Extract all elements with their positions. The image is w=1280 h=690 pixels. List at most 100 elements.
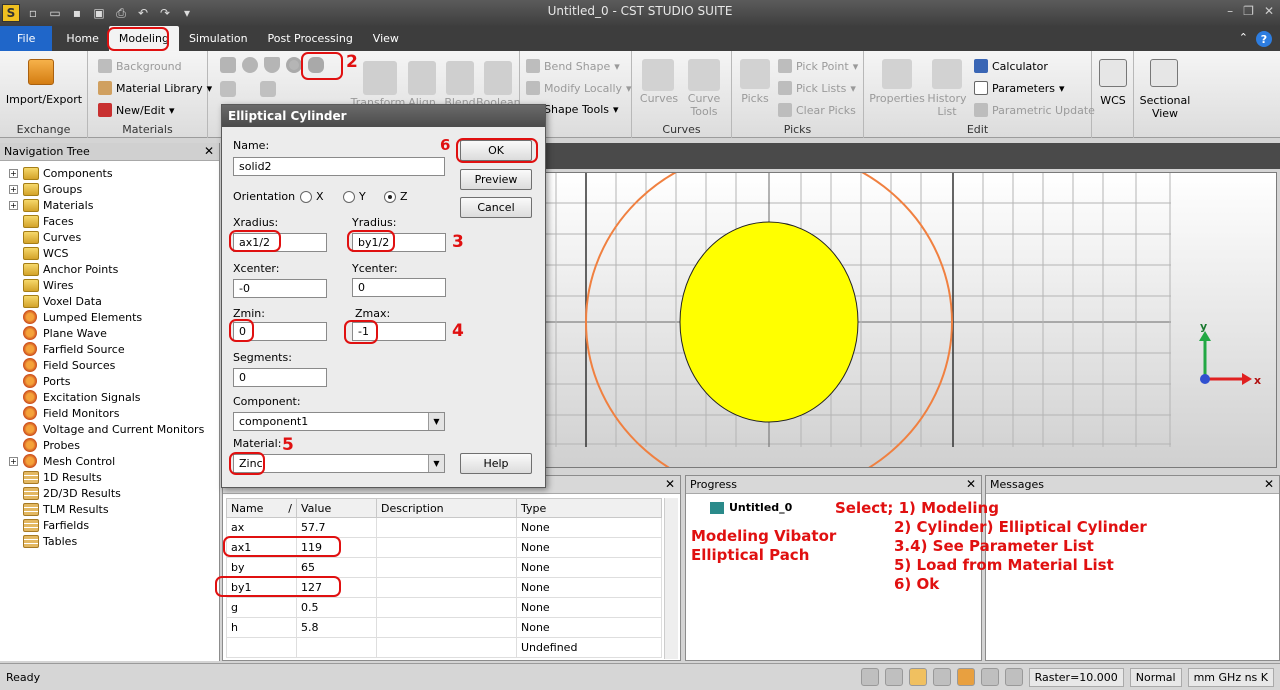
chevron-down-icon[interactable]: ▼ <box>428 455 444 472</box>
menu-simulation[interactable]: Simulation <box>179 26 258 51</box>
tree-item-field-monitors[interactable]: Field Monitors <box>9 405 119 421</box>
tree-item-voltage-and-current-monitors[interactable]: Voltage and Current Monitors <box>9 421 204 437</box>
cell-value[interactable]: 65 <box>296 557 377 578</box>
torus-icon[interactable] <box>286 57 302 73</box>
cancel-button[interactable]: Cancel <box>460 197 532 218</box>
shape-tools-button[interactable]: Shape Tools ▾ <box>544 103 619 116</box>
wcs-button[interactable]: WCS <box>1092 94 1134 107</box>
cell-description[interactable] <box>376 537 517 558</box>
tree-item-materials[interactable]: + Materials <box>9 197 93 213</box>
material-library-button[interactable]: Material Library ▾ <box>98 81 212 95</box>
table-row[interactable]: g 0.5 None <box>226 597 662 618</box>
menu-modeling[interactable]: Modeling <box>108 26 179 51</box>
brick-icon[interactable] <box>220 57 236 73</box>
tree-item-lumped-elements[interactable]: Lumped Elements <box>9 309 142 325</box>
column-type[interactable]: Type <box>516 498 662 518</box>
cell-type[interactable]: None <box>516 617 662 638</box>
expand-icon[interactable]: + <box>9 456 18 466</box>
tree-item-faces[interactable]: Faces <box>9 213 74 229</box>
cell-type[interactable]: None <box>516 597 662 618</box>
material-select[interactable]: Zinc ▼ <box>233 454 445 473</box>
cell-type[interactable]: None <box>516 537 662 558</box>
expand-icon[interactable]: + <box>9 184 18 194</box>
table-row[interactable]: by1 127 None <box>226 577 662 598</box>
orientation-x-radio[interactable]: X <box>300 190 324 203</box>
curve-tools-button[interactable]: Curve Tools <box>682 92 726 118</box>
cell-description[interactable] <box>376 557 517 578</box>
table-row[interactable]: by 65 None <box>226 557 662 578</box>
cone-icon[interactable] <box>264 57 280 73</box>
cell-description[interactable] <box>376 517 517 538</box>
expand-icon[interactable]: + <box>9 168 18 178</box>
tree-item-voxel-data[interactable]: Voxel Data <box>9 293 102 309</box>
cell-value[interactable] <box>296 637 377 658</box>
cell-value[interactable]: 5.8 <box>296 617 377 638</box>
menu-view[interactable]: View <box>363 26 409 51</box>
background-button[interactable]: Background <box>98 59 182 73</box>
cell-description[interactable] <box>376 577 517 598</box>
tree-item-mesh-control[interactable]: + Mesh Control <box>9 453 115 469</box>
restore-icon[interactable]: ❐ <box>1243 4 1254 18</box>
table-row[interactable]: ax 57.7 None <box>226 517 662 538</box>
column-name[interactable]: Name / <box>226 498 297 518</box>
preview-button[interactable]: Preview <box>460 169 532 190</box>
fit-view-icon[interactable] <box>980 668 999 686</box>
tree-item-components[interactable]: + Components <box>9 165 113 181</box>
menu-home[interactable]: Home <box>56 26 108 51</box>
tree-item-probes[interactable]: Probes <box>9 437 80 453</box>
tree-item-groups[interactable]: + Groups <box>9 181 82 197</box>
tree-item-curves[interactable]: Curves <box>9 229 81 245</box>
parameter-scrollbar[interactable] <box>664 498 678 659</box>
history-list-button[interactable]: History List <box>926 92 968 118</box>
cell-type[interactable]: Undefined <box>516 637 662 658</box>
table-row[interactable]: h 5.8 None <box>226 617 662 638</box>
modify-locally-button[interactable]: Modify Locally ▾ <box>526 81 632 95</box>
cell-value[interactable]: 0.5 <box>296 597 377 618</box>
tree-item-tlm-results[interactable]: TLM Results <box>9 501 109 517</box>
zoom-icon[interactable] <box>860 668 879 686</box>
cell-name[interactable]: ax <box>226 517 297 538</box>
cell-description[interactable] <box>376 637 517 658</box>
table-row[interactable]: Undefined <box>226 637 662 658</box>
help-icon[interactable]: ? <box>1256 31 1272 47</box>
column-description[interactable]: Description <box>376 498 517 518</box>
new-edit-button[interactable]: New/Edit ▾ <box>98 103 175 117</box>
cell-name[interactable] <box>226 637 297 658</box>
tree-item-ports[interactable]: Ports <box>9 373 71 389</box>
segments-input[interactable]: 0 <box>233 368 327 387</box>
ok-button[interactable]: OK <box>460 140 532 161</box>
viewport-canvas[interactable]: y x <box>546 173 1277 468</box>
3d-viewport[interactable]: y x <box>545 172 1277 468</box>
properties-button[interactable]: Properties <box>868 92 926 105</box>
import-export-button[interactable]: Import/Export <box>2 93 86 106</box>
cell-value[interactable]: 57.7 <box>296 517 377 538</box>
chevron-down-icon[interactable]: ▼ <box>428 413 444 430</box>
tree-item-excitation-signals[interactable]: Excitation Signals <box>9 389 141 405</box>
cell-description[interactable] <box>376 597 517 618</box>
spin-icon[interactable] <box>956 668 975 686</box>
name-input[interactable]: solid2 <box>233 157 445 176</box>
parametric-update-button[interactable]: Parametric Update <box>974 103 1095 117</box>
table-row[interactable]: ax1 119 None <box>226 537 662 558</box>
close-icon[interactable]: ✕ <box>1264 477 1274 491</box>
sectional-view-button[interactable]: Sectional View <box>1134 94 1196 120</box>
units-field[interactable]: mm GHz ns K <box>1187 667 1274 687</box>
cell-name[interactable]: ax1 <box>226 537 297 558</box>
cell-name[interactable]: h <box>226 617 297 638</box>
clear-picks-button[interactable]: Clear Picks <box>778 103 856 117</box>
pan-icon[interactable] <box>884 668 903 686</box>
tree-item-tables[interactable]: Tables <box>9 533 77 549</box>
orientation-y-radio[interactable]: Y <box>343 190 366 203</box>
cell-type[interactable]: None <box>516 517 662 538</box>
cell-value[interactable]: 119 <box>296 537 377 558</box>
close-icon[interactable]: ✕ <box>1264 4 1274 18</box>
elliptical-cylinder-shape[interactable] <box>679 221 859 423</box>
tree-item-anchor-points[interactable]: Anchor Points <box>9 261 118 277</box>
tree-item-farfields[interactable]: Farfields <box>9 517 89 533</box>
cylinder-icon[interactable] <box>308 57 324 73</box>
menu-post-processing[interactable]: Post Processing <box>258 26 363 51</box>
menu-file[interactable]: File <box>0 26 53 51</box>
cell-name[interactable]: by1 <box>226 577 297 598</box>
cell-name[interactable]: by <box>226 557 297 578</box>
rotate-view-icon[interactable] <box>908 668 927 686</box>
